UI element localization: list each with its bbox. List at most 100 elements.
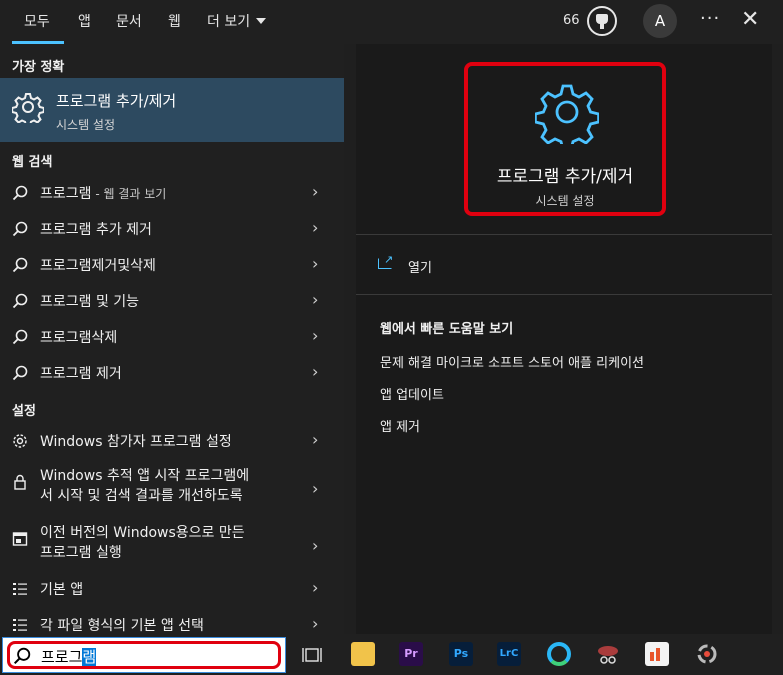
tab-more-label: 더 보기 [207, 14, 251, 30]
web-result-label: 프로그램 제거 [40, 366, 122, 382]
web-result-item[interactable]: 프로그램 - 웹 결과 보기 › [0, 175, 344, 211]
chevron-right-icon: › [312, 430, 319, 449]
best-match-heading: 가장 정확 [12, 60, 65, 75]
chevron-right-icon: › [312, 254, 319, 273]
web-result-label: 프로그램 및 기능 [40, 294, 140, 310]
web-help-link[interactable]: 앱 업데이트 [380, 384, 444, 403]
tab-more[interactable]: 더 보기 [207, 11, 267, 31]
search-icon [13, 647, 31, 665]
search-icon [12, 257, 28, 273]
web-help-heading: 웹에서 빠른 도움말 보기 [380, 322, 514, 337]
chevron-right-icon: › [312, 614, 319, 633]
file-explorer-icon[interactable] [351, 642, 375, 666]
premiere-pro-icon[interactable]: Pr [399, 642, 423, 666]
web-result-label: 프로그램제거및삭제 [40, 258, 156, 274]
open-label: 열기 [408, 261, 432, 276]
preview-pane: 프로그램 추가/제거 시스템 설정 ↗ 열기 웹에서 빠른 도움말 보기 문제 … [356, 44, 772, 634]
rewards-points: 66 [563, 13, 580, 28]
gear-icon [12, 93, 44, 123]
web-result-item[interactable]: 프로그램 추가 제거 › [0, 211, 344, 247]
avatar[interactable]: A [643, 4, 677, 38]
chart-tile-icon [650, 648, 660, 661]
settings-item[interactable]: 각 파일 형식의 기본 앱 선택 › [0, 607, 344, 634]
rewards-trophy-icon[interactable] [587, 6, 617, 36]
web-search-heading: 웹 검색 [12, 155, 53, 170]
web-result-label: 프로그램삭제 [40, 330, 118, 346]
lock-icon [14, 474, 26, 490]
more-options-icon[interactable]: ··· [700, 8, 720, 29]
tab-all[interactable]: 모두 [24, 11, 50, 31]
search-selected-text: 램 [82, 648, 97, 666]
best-match-item[interactable]: 프로그램 추가/제거 시스템 설정 [0, 78, 344, 142]
settings-item-label: 각 파일 형식의 기본 앱 선택 [40, 618, 204, 634]
settings-item-line1: 이전 버전의 Windows용으로 만든 [40, 525, 245, 541]
web-result-item[interactable]: 프로그램제거및삭제 › [0, 247, 344, 283]
search-icon [12, 365, 28, 381]
settings-item-line2: 서 시작 및 검색 결과를 개선하도록 [40, 488, 243, 504]
divider [356, 234, 772, 235]
settings-item[interactable]: 기본 앱 › [0, 571, 344, 607]
search-icon [12, 329, 28, 345]
settings-heading: 설정 [12, 404, 36, 419]
snipping-tool-icon[interactable] [596, 642, 620, 666]
settings-item-label: Windows 추적 앱 시작 프로그램에서 시작 및 검색 결과를 개선하도록 [40, 466, 249, 506]
results-list: 가장 정확 프로그램 추가/제거 시스템 설정 웹 검색 프로그램 - 웹 결과… [0, 44, 344, 634]
chevron-right-icon: › [312, 182, 319, 201]
web-result-suffix: - 웹 결과 보기 [91, 187, 167, 201]
app-ring-icon[interactable] [695, 642, 719, 666]
web-result-item[interactable]: 프로그램삭제 › [0, 319, 344, 355]
web-help-link[interactable]: 앱 제거 [380, 416, 420, 435]
lightroom-classic-icon[interactable]: LrC [497, 642, 521, 666]
settings-item-line2: 프로그램 실행 [40, 545, 122, 561]
preview-subtitle: 시스템 설정 [535, 194, 595, 208]
settings-item-label: Windows 참가자 프로그램 설정 [40, 434, 232, 450]
office-app-icon[interactable] [645, 642, 669, 666]
open-action[interactable]: ↗ 열기 [378, 253, 498, 278]
scissors-icon [598, 646, 618, 664]
ring-icon [697, 644, 717, 664]
search-icon [12, 185, 28, 201]
search-typed-text: 프로그 [41, 648, 83, 666]
chevron-right-icon: › [312, 578, 319, 597]
web-result-item[interactable]: 프로그램 및 기능 › [0, 283, 344, 319]
settings-item[interactable]: Windows 참가자 프로그램 설정 › [0, 423, 344, 459]
gear-icon [535, 84, 599, 144]
settings-item-line1: Windows 추적 앱 시작 프로그램에 [40, 468, 250, 484]
tab-web[interactable]: 웹 [168, 11, 181, 31]
gear-icon [13, 434, 27, 448]
compatibility-window-icon [12, 532, 28, 546]
edge-browser-icon[interactable] [547, 642, 571, 666]
default-apps-list-icon [13, 619, 27, 631]
web-result-term: 프로그램 [40, 186, 92, 202]
chevron-right-icon: › [312, 536, 319, 555]
search-icon [12, 293, 28, 309]
preview-title: 프로그램 추가/제거 [496, 167, 634, 187]
divider [356, 294, 772, 295]
web-result-label: 프로그램 추가 제거 [40, 222, 152, 238]
open-arrow-icon: ↗ [384, 253, 394, 266]
web-result-label: 프로그램 - 웹 결과 보기 [40, 183, 166, 203]
web-result-item[interactable]: 프로그램 제거 › [0, 355, 344, 391]
chevron-right-icon: › [312, 479, 319, 498]
task-view-icon[interactable] [302, 645, 322, 665]
web-help-link[interactable]: 문제 해결 마이크로 소프트 스토어 애플 리케이션 [380, 352, 644, 371]
tab-documents[interactable]: 문서 [116, 11, 142, 31]
search-query: 프로그램 [41, 646, 97, 667]
chevron-right-icon: › [312, 326, 319, 345]
settings-item[interactable]: Windows 추적 앱 시작 프로그램에서 시작 및 검색 결과를 개선하도록… [0, 464, 344, 510]
photoshop-icon[interactable]: Ps [449, 642, 473, 666]
taskbar: 프로그램 Pr Ps LrC [0, 634, 783, 675]
search-input[interactable]: 프로그램 [2, 637, 286, 673]
preview-highlight: 프로그램 추가/제거 시스템 설정 [464, 62, 666, 216]
chevron-right-icon: › [312, 362, 319, 381]
settings-item-label: 이전 버전의 Windows용으로 만든프로그램 실행 [40, 523, 245, 563]
top-tab-bar: 모두 앱 문서 웹 더 보기 66 A ··· ✕ [0, 0, 783, 44]
chevron-down-icon [256, 18, 267, 24]
chevron-right-icon: › [312, 218, 319, 237]
best-match-title: 프로그램 추가/제거 [56, 92, 177, 110]
settings-item[interactable]: 이전 버전의 Windows용으로 만든프로그램 실행 › [0, 521, 344, 567]
tab-apps[interactable]: 앱 [78, 11, 91, 31]
best-match-subtitle: 시스템 설정 [56, 118, 116, 132]
close-icon[interactable]: ✕ [741, 7, 759, 32]
chevron-right-icon: › [312, 290, 319, 309]
